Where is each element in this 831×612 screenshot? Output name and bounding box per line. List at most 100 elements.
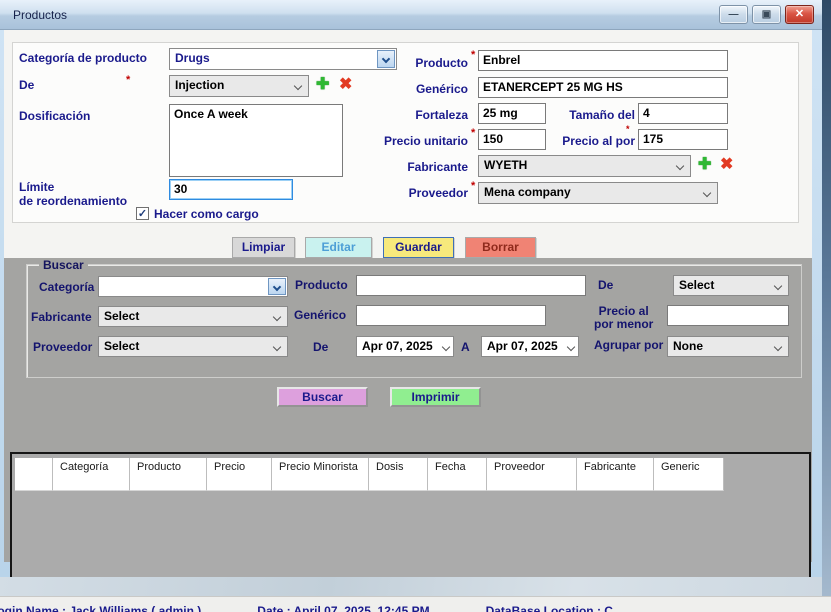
delete-button[interactable]: Borrar [465, 237, 536, 258]
date-from-picker[interactable]: Apr 07, 2025 [356, 336, 454, 357]
product-label: Producto [388, 56, 468, 70]
search-supplier-select[interactable]: Select [98, 336, 288, 357]
product-form-panel: Categoría de producto Drugs De * Injecti… [12, 42, 799, 223]
print-button[interactable]: Imprimir [390, 387, 481, 407]
type-label: De [19, 78, 34, 92]
table-column-header[interactable]: Categoría [53, 458, 130, 491]
background-right-strip [822, 0, 831, 612]
search-button[interactable]: Buscar [277, 387, 368, 407]
delete-manufacturer-icon[interactable]: ✖ [720, 157, 733, 173]
clear-button[interactable]: Limpiar [232, 237, 295, 258]
table-column-header[interactable]: Generic [654, 458, 724, 491]
search-manufacturer-label: Fabricante [31, 310, 92, 324]
generic-input[interactable]: ETANERCEPT 25 MG HS [478, 77, 728, 98]
type-select[interactable]: Injection [169, 75, 309, 97]
unit-price-label: Precio unitario [373, 134, 468, 148]
chevron-down-icon [273, 313, 281, 321]
dosage-textarea[interactable]: Once A week [169, 104, 343, 177]
desktop-background [0, 577, 822, 596]
retail-price-input[interactable]: 175 [638, 129, 728, 150]
chevron-down-icon [676, 162, 684, 170]
search-section: Buscar Categoría Producto De Select Fabr… [4, 258, 812, 562]
unit-price-input[interactable]: 150 [478, 129, 546, 150]
category-select[interactable]: Drugs [169, 48, 397, 70]
date-from-label: De [313, 340, 328, 354]
strength-input[interactable]: 25 mg [478, 103, 546, 124]
add-type-icon[interactable]: ✚ [316, 77, 329, 93]
search-product-input[interactable] [356, 275, 586, 296]
supplier-label: Proveedor [388, 186, 468, 200]
required-asterisk: * [626, 124, 630, 134]
pack-size-input[interactable]: 4 [638, 103, 728, 124]
required-asterisk: * [471, 180, 475, 192]
search-category-select[interactable] [98, 276, 288, 297]
chevron-down-icon [774, 282, 782, 290]
search-type-select[interactable]: Select [673, 275, 789, 296]
table-header-row: CategoríaProductoPrecioPrecio MinoristaD… [15, 458, 724, 491]
table-column-header[interactable]: Producto [130, 458, 207, 491]
app-status-bar: Login Name : Jack Williams ( admin )Date… [0, 596, 831, 612]
status-date: Date : April 07, 2025, 12:45 PM [257, 604, 429, 612]
supplier-select[interactable]: Mena company [478, 182, 718, 204]
charge-checkbox[interactable]: ✓ [136, 207, 149, 220]
group-by-label: Agrupar por [594, 338, 663, 352]
reorder-limit-label: Límite de reordenamiento [19, 181, 127, 209]
search-category-label: Categoría [39, 280, 94, 294]
date-to-picker[interactable]: Apr 07, 2025 [481, 336, 579, 357]
table-column-header[interactable]: Dosis [369, 458, 428, 491]
retail-price-label: Precio al por [549, 134, 635, 148]
chevron-down-icon [294, 82, 302, 90]
results-table[interactable]: CategoríaProductoPrecioPrecio MinoristaD… [10, 452, 811, 590]
table-corner-cell [15, 458, 53, 491]
category-label: Categoría de producto [19, 51, 147, 65]
product-input[interactable]: Enbrel [478, 50, 728, 71]
reorder-limit-input[interactable]: 30 [169, 179, 293, 200]
search-generic-input[interactable] [356, 305, 546, 326]
maximize-button[interactable]: ▣ [752, 5, 781, 24]
required-asterisk: * [471, 49, 475, 61]
chevron-down-icon [774, 343, 782, 351]
title-bar[interactable]: Productos — ▣ ✕ [0, 0, 822, 30]
edit-button[interactable]: Editar [305, 237, 372, 258]
status-db: DataBase Location : C [486, 604, 613, 612]
close-button[interactable]: ✕ [785, 5, 814, 24]
delete-type-icon[interactable]: ✖ [339, 77, 352, 93]
group-by-select[interactable]: None [667, 336, 789, 357]
date-to-label: A [461, 340, 470, 354]
chevron-down-icon [442, 343, 450, 351]
search-supplier-label: Proveedor [33, 340, 92, 354]
required-asterisk: * [126, 74, 130, 86]
table-column-header[interactable]: Precio Minorista [272, 458, 369, 491]
save-button[interactable]: Guardar [383, 237, 454, 258]
required-asterisk: * [471, 127, 475, 139]
add-manufacturer-icon[interactable]: ✚ [698, 157, 711, 173]
table-columns: CategoríaProductoPrecioPrecio MinoristaD… [53, 458, 724, 491]
window-content: Categoría de producto Drugs De * Injecti… [4, 30, 812, 562]
table-column-header[interactable]: Precio [207, 458, 272, 491]
manufacturer-select[interactable]: WYETH [478, 155, 691, 177]
generic-label: Genérico [388, 82, 468, 96]
search-manufacturer-select[interactable]: Select [98, 306, 288, 327]
search-retail-input[interactable] [667, 305, 789, 326]
search-retail-label: Precio al por menor [594, 305, 653, 331]
chevron-down-icon [273, 343, 281, 351]
charge-checkbox-label: Hacer como cargo [154, 207, 259, 221]
search-product-label: Producto [295, 278, 348, 292]
status-bar-text: Login Name : Jack Williams ( admin )Date… [0, 604, 669, 612]
search-groupbox-title: Buscar [39, 258, 88, 272]
table-column-header[interactable]: Fecha [428, 458, 487, 491]
table-column-header[interactable]: Proveedor [487, 458, 577, 491]
pack-size-label: Tamaño del [553, 108, 635, 122]
search-generic-label: Genérico [294, 308, 346, 322]
dosage-label: Dosificación [19, 109, 90, 123]
strength-label: Fortaleza [388, 108, 468, 122]
manufacturer-label: Fabricante [388, 160, 468, 174]
search-type-label: De [598, 278, 613, 292]
search-groupbox: Buscar Categoría Producto De Select Fabr… [26, 264, 802, 378]
productos-window: Productos — ▣ ✕ Categoría de producto Dr… [0, 0, 822, 577]
window-title: Productos [13, 8, 67, 22]
table-column-header[interactable]: Fabricante [577, 458, 654, 491]
chevron-down-icon[interactable] [268, 278, 286, 295]
chevron-down-icon [567, 343, 575, 351]
minimize-button[interactable]: — [719, 5, 748, 24]
